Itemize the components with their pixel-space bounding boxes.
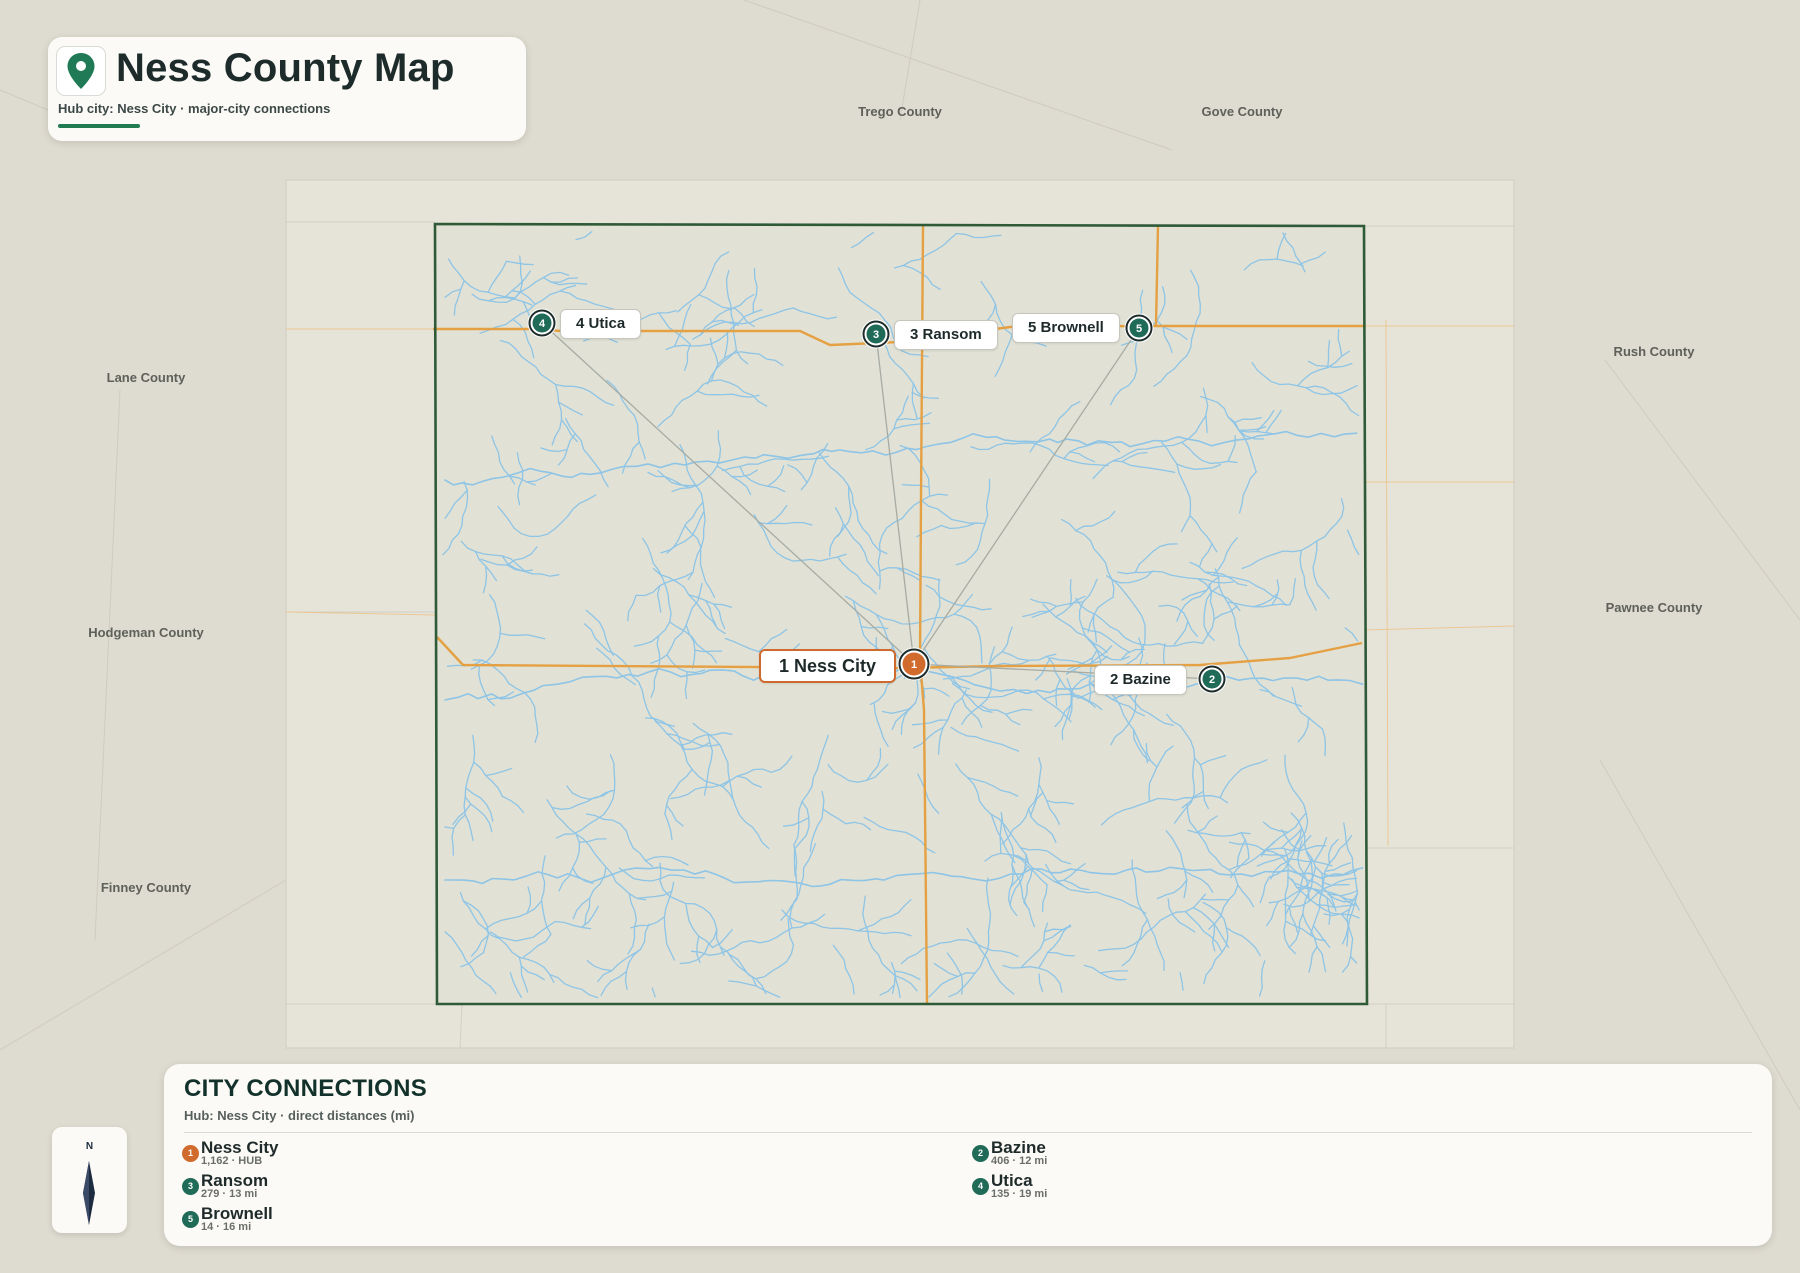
legend-rank-badge: 4 [972, 1178, 989, 1195]
neighbor-label-gove: Gove County [1201, 104, 1283, 119]
city-label-ness-city[interactable]: 1 Ness City [759, 649, 897, 683]
legend-rank-badge: 3 [182, 1178, 199, 1195]
city-label-bazine[interactable]: 2 Bazine [1094, 665, 1187, 695]
title-card: Ness County Map Hub city: Ness City · ma… [48, 37, 526, 141]
legend-item-bazine[interactable]: 2 Bazine 406 · 12 mi [972, 1138, 1472, 1168]
neighbor-label-hodgeman: Hodgeman County [88, 625, 204, 640]
city-marker-rank: 1 [911, 659, 917, 671]
compass-north-label: N [85, 1141, 94, 1152]
neighbor-label-finney: Finney County [100, 880, 192, 895]
neighbor-label-lane: Lane County [106, 370, 186, 385]
legend-divider [184, 1132, 1752, 1133]
city-marker-rank: 2 [1209, 674, 1215, 686]
legend-item-utica[interactable]: 4 Utica 135 · 19 mi [972, 1171, 1472, 1201]
city-label-ransom[interactable]: 3 Ransom [894, 320, 998, 350]
city-marker-rank: 5 [1136, 323, 1142, 335]
city-connections-panel: CITY CONNECTIONS Hub: Ness City · direct… [164, 1064, 1772, 1246]
legend-item-brownell[interactable]: 5 Brownell 14 · 16 mi [182, 1204, 682, 1234]
map-pin-icon [67, 53, 95, 89]
city-marker-rank: 4 [539, 318, 546, 330]
neighbor-label-rush: Rush County [1613, 344, 1695, 359]
legend-city-detail: 14 · 16 mi [201, 1221, 252, 1233]
legend-item-ransom[interactable]: 3 Ransom 279 · 13 mi [182, 1171, 682, 1201]
city-marker-rank: 3 [873, 329, 879, 341]
page-title: Ness County Map [116, 46, 455, 90]
river [1200, 898, 1230, 901]
city-label-utica[interactable]: 4 Utica [560, 309, 642, 339]
compass-needle-icon [83, 1161, 95, 1225]
compass: N [52, 1127, 127, 1233]
river [1069, 578, 1073, 607]
legend-rank-badge: 2 [972, 1145, 989, 1162]
legend-title: CITY CONNECTIONS [184, 1075, 428, 1102]
page-subtitle: Hub city: Ness City · major-city connect… [58, 101, 331, 116]
title-accent-bar [58, 124, 140, 128]
legend-rank-badge: 1 [182, 1145, 199, 1162]
legend-item-ness-city[interactable]: 1 Ness City 1,162 · HUB [182, 1138, 682, 1168]
legend-subtitle: Hub: Ness City · direct distances (mi) [184, 1108, 415, 1123]
legend-city-detail: 279 · 13 mi [201, 1188, 258, 1200]
neighbor-label-pawnee: Pawnee County [1605, 600, 1703, 615]
legend-rank-badge: 5 [182, 1211, 199, 1228]
legend-city-detail: 135 · 19 mi [991, 1188, 1048, 1200]
legend-city-detail: 1,162 · HUB [201, 1155, 263, 1167]
pin-badge [56, 46, 106, 96]
neighbor-label-trego: Trego County [858, 104, 942, 119]
legend-city-detail: 406 · 12 mi [991, 1155, 1048, 1167]
city-label-brownell[interactable]: 5 Brownell [1012, 313, 1120, 343]
